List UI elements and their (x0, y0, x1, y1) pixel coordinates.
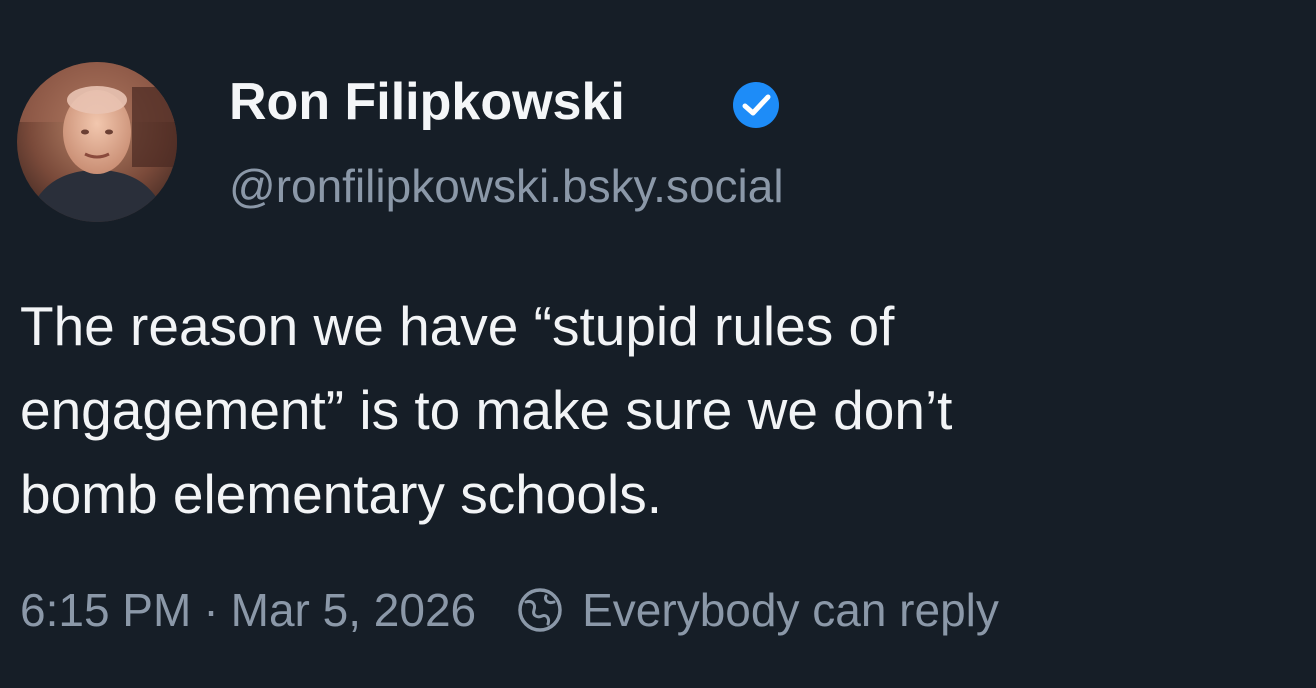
post-card: Ron Filipkowski @ronfilipkowski.bsky.soc… (0, 0, 1316, 688)
author-handle[interactable]: @ronfilipkowski.bsky.social (229, 157, 784, 215)
post-date[interactable]: Mar 5, 2026 (231, 583, 476, 637)
avatar[interactable] (17, 62, 177, 222)
post-text-line: bomb elementary schools. (20, 463, 662, 525)
reply-setting[interactable]: Everybody can reply (516, 583, 999, 637)
post-text-line: engagement” is to make sure we don’t (20, 379, 953, 441)
post-text-line: The reason we have “stupid rules of (20, 295, 895, 357)
post-time[interactable]: 6:15 PM (20, 583, 191, 637)
meta-separator: · (203, 584, 219, 636)
author-display-name[interactable]: Ron Filipkowski (229, 70, 625, 134)
avatar-photo (17, 62, 177, 222)
post-text: The reason we have “stupid rules of enga… (20, 284, 1260, 536)
reply-setting-label: Everybody can reply (582, 584, 999, 636)
post-meta: 6:15 PM · Mar 5, 2026 Everybody can repl… (20, 580, 999, 640)
globe-icon (518, 588, 562, 632)
verified-badge-icon (733, 82, 779, 128)
